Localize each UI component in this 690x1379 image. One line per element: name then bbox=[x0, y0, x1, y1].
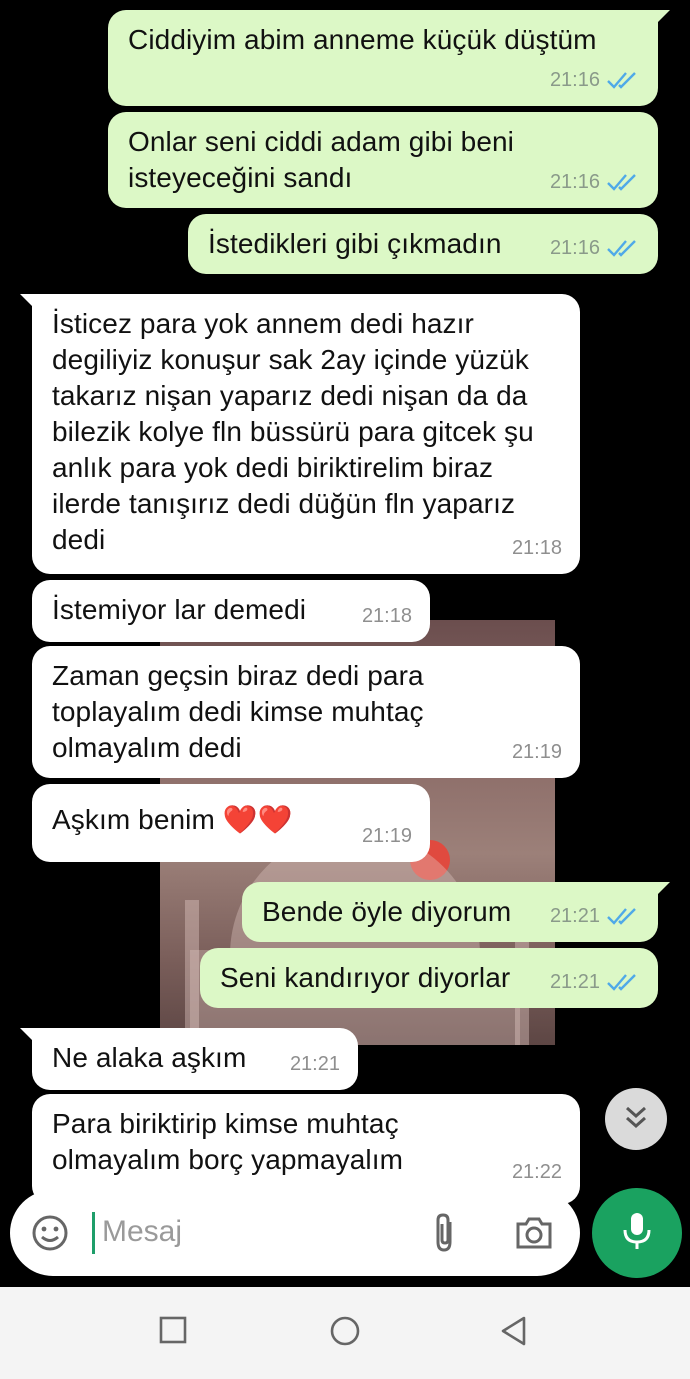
message-time: 21:16 bbox=[549, 171, 600, 193]
message-text: Para biriktirip kimse muhtaç olmayalım b… bbox=[52, 1108, 404, 1175]
message-bubble-outgoing[interactable]: Bende öyle diyorum 21:21 bbox=[242, 882, 670, 942]
camera-icon[interactable] bbox=[514, 1214, 554, 1257]
message-time: 21:19 bbox=[511, 741, 562, 763]
message-input[interactable]: Mesaj bbox=[102, 1214, 182, 1250]
home-icon[interactable] bbox=[328, 1315, 362, 1354]
message-time: 21:18 bbox=[511, 537, 562, 559]
message-time: 21:22 bbox=[511, 1161, 562, 1183]
message-bubble-incoming[interactable]: Aşkım benim ❤️❤️ 21:19 bbox=[32, 784, 430, 862]
text-cursor bbox=[92, 1212, 95, 1254]
scroll-to-bottom-button[interactable] bbox=[605, 1088, 667, 1150]
message-time: 21:21 bbox=[549, 971, 600, 993]
message-bubble-incoming[interactable]: Ne alaka aşkım 21:21 bbox=[20, 1028, 358, 1090]
message-text: İstedikleri gibi çıkmadın bbox=[208, 228, 502, 259]
message-bubble-incoming[interactable]: Zaman geçsin biraz dedi para toplayalım … bbox=[32, 646, 580, 778]
message-text: Aşkım benim ❤️❤️ bbox=[52, 804, 293, 835]
attach-icon[interactable] bbox=[430, 1212, 460, 1259]
message-time: 21:21 bbox=[549, 905, 600, 927]
message-time: 21:18 bbox=[361, 605, 412, 627]
message-time: 21:16 bbox=[549, 237, 600, 259]
voice-record-button[interactable] bbox=[592, 1188, 682, 1278]
message-time: 21:16 bbox=[549, 69, 600, 91]
message-text: İstemiyor lar demedi bbox=[52, 594, 307, 625]
double-check-icon bbox=[606, 172, 640, 192]
message-text: Ciddiyim abim anneme küçük düştüm bbox=[128, 24, 597, 55]
message-time: 21:21 bbox=[289, 1053, 340, 1075]
double-chevron-down-icon bbox=[622, 1103, 650, 1136]
message-bubble-outgoing[interactable]: Seni kandırıyor diyorlar 21:21 bbox=[200, 948, 658, 1008]
recents-icon[interactable] bbox=[158, 1315, 188, 1350]
back-icon[interactable] bbox=[498, 1315, 530, 1352]
double-check-icon bbox=[606, 238, 640, 258]
message-bubble-incoming[interactable]: İstemiyor lar demedi 21:18 bbox=[32, 580, 430, 642]
message-bubble-incoming[interactable]: İsticez para yok annem dedi hazır degili… bbox=[20, 294, 580, 574]
message-text: Zaman geçsin biraz dedi para toplayalım … bbox=[52, 660, 424, 763]
message-bubble-outgoing[interactable]: Ciddiyim abim anneme küçük düştüm 21:16 bbox=[108, 10, 670, 106]
message-composer[interactable]: Mesaj bbox=[10, 1190, 580, 1276]
emoji-icon[interactable] bbox=[30, 1213, 70, 1258]
message-time: 21:19 bbox=[361, 825, 412, 847]
mic-icon bbox=[621, 1210, 653, 1257]
double-check-icon bbox=[606, 70, 640, 90]
chat-area[interactable]: Ciddiyim abim anneme küçük düştüm 21:16 … bbox=[0, 0, 690, 1287]
system-navigation-bar bbox=[0, 1287, 690, 1379]
message-bubble-incoming[interactable]: Para biriktirip kimse muhtaç olmayalım b… bbox=[32, 1094, 580, 1204]
double-check-icon bbox=[606, 972, 640, 992]
message-bubble-outgoing[interactable]: Onlar seni ciddi adam gibi beni isteyece… bbox=[108, 112, 658, 208]
double-check-icon bbox=[606, 906, 640, 926]
message-bubble-outgoing[interactable]: İstedikleri gibi çıkmadın 21:16 bbox=[188, 214, 658, 274]
message-text: İsticez para yok annem dedi hazır degili… bbox=[52, 308, 534, 555]
